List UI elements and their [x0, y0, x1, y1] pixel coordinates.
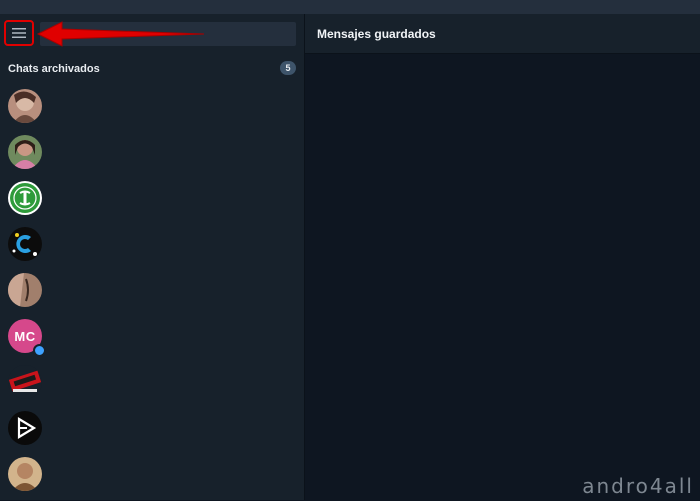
chat-item[interactable] [0, 133, 304, 179]
sidebar: Chats archivados 5 MC [0, 14, 305, 500]
chat-item[interactable] [0, 179, 304, 225]
chat-item[interactable]: MC [0, 317, 304, 363]
chat-item[interactable] [0, 271, 304, 317]
chat-panel: Mensajes guardados [305, 14, 700, 500]
window-titlebar [0, 0, 700, 14]
avatar [8, 411, 42, 445]
online-status-dot [33, 344, 46, 357]
avatar [8, 457, 42, 491]
chat-item[interactable] [0, 87, 304, 133]
avatar [8, 89, 42, 123]
archived-count-badge: 5 [280, 61, 296, 75]
chat-header[interactable]: Mensajes guardados [305, 14, 700, 54]
avatar [8, 273, 42, 307]
avatar-initials-text: MC [14, 328, 36, 344]
chat-title: Mensajes guardados [317, 27, 436, 41]
hamburger-menu-icon [12, 28, 26, 38]
chat-item[interactable] [0, 363, 304, 409]
avatar [8, 181, 42, 215]
menu-button[interactable] [4, 20, 34, 46]
watermark-logo: andro4all [582, 474, 694, 498]
avatar [8, 135, 42, 169]
chat-item[interactable] [0, 225, 304, 271]
chat-item[interactable] [0, 455, 304, 501]
archived-chats-row[interactable]: Chats archivados 5 [0, 58, 304, 80]
archived-chats-label: Chats archivados [8, 63, 100, 75]
chat-item[interactable] [0, 409, 304, 455]
chat-list: MC [0, 87, 304, 501]
annotation-arrow-icon [36, 21, 205, 47]
avatar [8, 365, 42, 399]
avatar [8, 227, 42, 261]
